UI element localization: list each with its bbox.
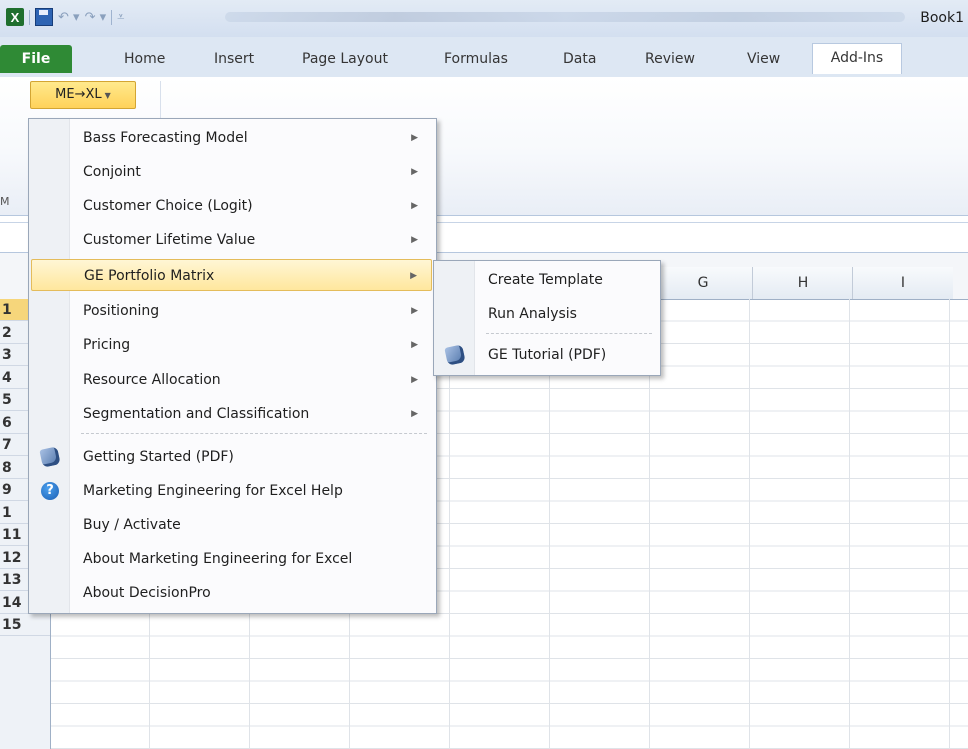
- menu-item-label: About DecisionPro: [83, 585, 211, 601]
- row-header[interactable]: 15: [0, 614, 50, 636]
- menu-item-label: Conjoint: [83, 164, 141, 180]
- submenu-arrow-icon: ▶: [411, 306, 418, 316]
- tab-page-layout[interactable]: Page Layout: [290, 45, 400, 73]
- menu-item-label: About Marketing Engineering for Excel: [83, 551, 353, 567]
- menu-item-bass-forecasting-model[interactable]: Bass Forecasting Model ▶: [31, 122, 432, 154]
- redo-icon[interactable]: ↷ ▾: [85, 10, 107, 25]
- menu-item-label: Resource Allocation: [83, 372, 221, 388]
- menu-item-label: Create Template: [488, 272, 603, 288]
- toolbar-separator: [111, 9, 113, 25]
- menu-item-ge-portfolio-matrix[interactable]: GE Portfolio Matrix ▶: [31, 259, 432, 291]
- tab-view[interactable]: View: [735, 45, 792, 73]
- customize-qat-icon[interactable]: ⩡: [117, 10, 124, 25]
- ribbon-tabs: File Home Insert Page Layout Formulas Da…: [0, 37, 968, 77]
- menu-item-mee-help[interactable]: ? Marketing Engineering for Excel Help: [31, 475, 432, 507]
- excel-logo-icon[interactable]: X: [6, 8, 24, 26]
- menu-item-label: Positioning: [83, 303, 160, 319]
- window-title: Book1: [920, 10, 964, 26]
- menu-item-label: Bass Forecasting Model: [83, 130, 248, 146]
- menu-item-label: Segmentation and Classification: [83, 406, 310, 422]
- menu-item-label: GE Portfolio Matrix: [84, 268, 215, 284]
- menu-item-resource-allocation[interactable]: Resource Allocation ▶: [31, 364, 432, 396]
- help-icon: ?: [41, 482, 59, 500]
- menu-separator: [81, 433, 427, 434]
- menu-item-getting-started-pdf[interactable]: Getting Started (PDF): [31, 441, 432, 473]
- submenu-arrow-icon: ▶: [411, 133, 418, 143]
- submenu-arrow-icon: ▶: [411, 375, 418, 385]
- toolbar-separator: [29, 9, 30, 25]
- submenu-arrow-icon: ▶: [411, 201, 418, 211]
- menu-item-label: Buy / Activate: [83, 517, 181, 533]
- menu-item-buy-activate[interactable]: Buy / Activate: [31, 509, 432, 541]
- tab-home[interactable]: Home: [112, 45, 177, 73]
- ribbon-group-caption: M: [0, 195, 10, 208]
- pdf-book-icon: [444, 344, 466, 366]
- quick-access-toolbar: X ↶ ▾ ↷ ▾ ⩡: [6, 8, 124, 26]
- title-bar: X ↶ ▾ ↷ ▾ ⩡ Book1: [0, 0, 968, 38]
- menu-item-about-decisionpro[interactable]: About DecisionPro: [31, 577, 432, 609]
- pdf-book-icon: [39, 446, 61, 468]
- submenu-arrow-icon: ▶: [411, 167, 418, 177]
- me-xl-menu-button[interactable]: ME→XL ▼: [30, 81, 136, 109]
- menu-item-label: Customer Lifetime Value: [83, 232, 256, 248]
- me-xl-dropdown-menu: Bass Forecasting Model ▶ Conjoint ▶ Custom…: [28, 118, 437, 614]
- ge-portfolio-submenu: Create Template Run Analysis GE Tutorial…: [433, 260, 661, 376]
- chevron-down-icon: ▼: [104, 91, 111, 100]
- title-blur: [225, 12, 905, 22]
- tab-insert[interactable]: Insert: [202, 45, 266, 73]
- menu-item-label: Run Analysis: [488, 306, 577, 322]
- menu-item-label: Marketing Engineering for Excel Help: [83, 483, 343, 499]
- menu-item-run-analysis[interactable]: Run Analysis: [436, 298, 656, 330]
- menu-item-conjoint[interactable]: Conjoint ▶: [31, 156, 432, 188]
- tab-file[interactable]: File: [0, 45, 72, 73]
- menu-item-create-template[interactable]: Create Template: [436, 264, 656, 296]
- tab-formulas[interactable]: Formulas: [432, 45, 520, 73]
- column-header-g[interactable]: G: [652, 267, 753, 299]
- menu-item-positioning[interactable]: Positioning ▶: [31, 295, 432, 327]
- menu-item-ge-tutorial-pdf[interactable]: GE Tutorial (PDF): [436, 339, 656, 371]
- submenu-arrow-icon: ▶: [411, 409, 418, 419]
- menu-item-customer-lifetime-value[interactable]: Customer Lifetime Value ▶: [31, 224, 432, 256]
- menu-separator: [486, 333, 652, 334]
- submenu-arrow-icon: ▶: [411, 340, 418, 350]
- menu-item-label: Pricing: [83, 337, 131, 353]
- tab-add-ins[interactable]: Add-Ins: [812, 43, 902, 74]
- menu-item-customer-choice-logit[interactable]: Customer Choice (Logit) ▶: [31, 190, 432, 222]
- column-header-i[interactable]: I: [852, 267, 953, 299]
- save-icon[interactable]: [35, 8, 53, 26]
- menu-item-label: Getting Started (PDF): [83, 449, 234, 465]
- submenu-arrow-icon: ▶: [410, 271, 417, 281]
- submenu-arrow-icon: ▶: [411, 235, 418, 245]
- column-header-h[interactable]: H: [752, 267, 853, 299]
- menu-item-about-mee[interactable]: About Marketing Engineering for Excel: [31, 543, 432, 575]
- tab-data[interactable]: Data: [551, 45, 608, 73]
- menu-item-pricing[interactable]: Pricing ▶: [31, 329, 432, 361]
- me-xl-label: ME→XL: [55, 87, 102, 102]
- undo-icon[interactable]: ↶ ▾: [58, 10, 80, 25]
- menu-item-label: Customer Choice (Logit): [83, 198, 253, 214]
- tab-review[interactable]: Review: [633, 45, 707, 73]
- menu-item-label: GE Tutorial (PDF): [488, 347, 607, 363]
- menu-item-segmentation-and-classification[interactable]: Segmentation and Classification ▶: [31, 398, 432, 430]
